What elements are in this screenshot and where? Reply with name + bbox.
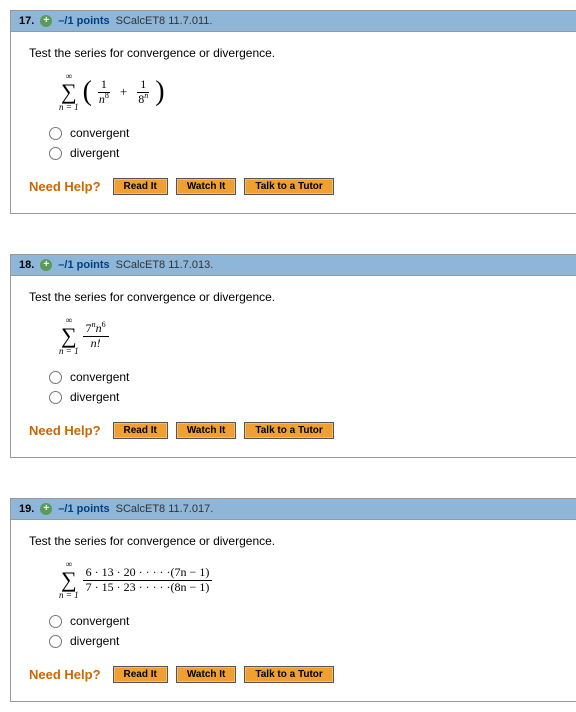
question-body: Test the series for convergence or diver… (11, 276, 576, 457)
help-row: Need Help? Read It Watch It Talk to a Tu… (29, 422, 558, 439)
prompt-text: Test the series for convergence or diver… (29, 290, 558, 304)
question-header: 17. + –/1 points SCalcET8 11.7.011. (11, 11, 576, 32)
option-convergent[interactable]: convergent (49, 126, 558, 140)
help-row: Need Help? Read It Watch It Talk to a Tu… (29, 178, 558, 195)
question-number: 18. (19, 259, 34, 271)
help-row: Need Help? Read It Watch It Talk to a Tu… (29, 666, 558, 683)
formula: ∞ ∑ n = 1 7nn6 n! (59, 316, 558, 356)
talk-tutor-button[interactable]: Talk to a Tutor (244, 178, 333, 195)
points-label: –/1 points (58, 15, 109, 27)
points-label: –/1 points (58, 259, 109, 271)
options-group: convergent divergent (49, 614, 558, 648)
radio-convergent[interactable] (49, 371, 62, 384)
question-body: Test the series for convergence or diver… (11, 520, 576, 701)
prompt-text: Test the series for convergence or diver… (29, 46, 558, 60)
question-number: 17. (19, 15, 34, 27)
option-convergent[interactable]: convergent (49, 370, 558, 384)
question-18: 18. + –/1 points SCalcET8 11.7.013. Test… (10, 254, 576, 458)
radio-divergent[interactable] (49, 635, 62, 648)
formula: ∞ ∑ n = 1 ( 1 n8 + 1 8n ) (59, 72, 558, 112)
watch-it-button[interactable]: Watch It (176, 422, 237, 439)
read-it-button[interactable]: Read It (113, 178, 168, 195)
question-header: 18. + –/1 points SCalcET8 11.7.013. (11, 255, 576, 276)
need-help-label: Need Help? (29, 667, 101, 682)
sigma-icon: ∑ (61, 570, 77, 590)
points-label: –/1 points (58, 503, 109, 515)
watch-it-button[interactable]: Watch It (176, 178, 237, 195)
source-label: SCalcET8 11.7.011. (116, 15, 213, 27)
option-divergent[interactable]: divergent (49, 634, 558, 648)
question-header: 19. + –/1 points SCalcET8 11.7.017. (11, 499, 576, 520)
options-group: convergent divergent (49, 126, 558, 160)
radio-divergent[interactable] (49, 147, 62, 160)
expand-icon[interactable]: + (40, 15, 52, 27)
expand-icon[interactable]: + (40, 503, 52, 515)
options-group: convergent divergent (49, 370, 558, 404)
expand-icon[interactable]: + (40, 259, 52, 271)
question-17: 17. + –/1 points SCalcET8 11.7.011. Test… (10, 10, 576, 214)
radio-divergent[interactable] (49, 391, 62, 404)
talk-tutor-button[interactable]: Talk to a Tutor (244, 666, 333, 683)
read-it-button[interactable]: Read It (113, 422, 168, 439)
sigma-icon: ∑ (61, 82, 77, 102)
radio-convergent[interactable] (49, 615, 62, 628)
question-number: 19. (19, 503, 34, 515)
need-help-label: Need Help? (29, 179, 101, 194)
watch-it-button[interactable]: Watch It (176, 666, 237, 683)
need-help-label: Need Help? (29, 423, 101, 438)
option-divergent[interactable]: divergent (49, 146, 558, 160)
talk-tutor-button[interactable]: Talk to a Tutor (244, 422, 333, 439)
option-divergent[interactable]: divergent (49, 390, 558, 404)
formula: ∞ ∑ n = 1 6 · 13 · 20 · · · · ·(7n − 1) … (59, 560, 558, 600)
prompt-text: Test the series for convergence or diver… (29, 534, 558, 548)
question-19: 19. + –/1 points SCalcET8 11.7.017. Test… (10, 498, 576, 702)
radio-convergent[interactable] (49, 127, 62, 140)
source-label: SCalcET8 11.7.013. (116, 259, 214, 271)
source-label: SCalcET8 11.7.017. (116, 503, 214, 515)
option-convergent[interactable]: convergent (49, 614, 558, 628)
sigma-icon: ∑ (61, 326, 77, 346)
question-body: Test the series for convergence or diver… (11, 32, 576, 213)
read-it-button[interactable]: Read It (113, 666, 168, 683)
